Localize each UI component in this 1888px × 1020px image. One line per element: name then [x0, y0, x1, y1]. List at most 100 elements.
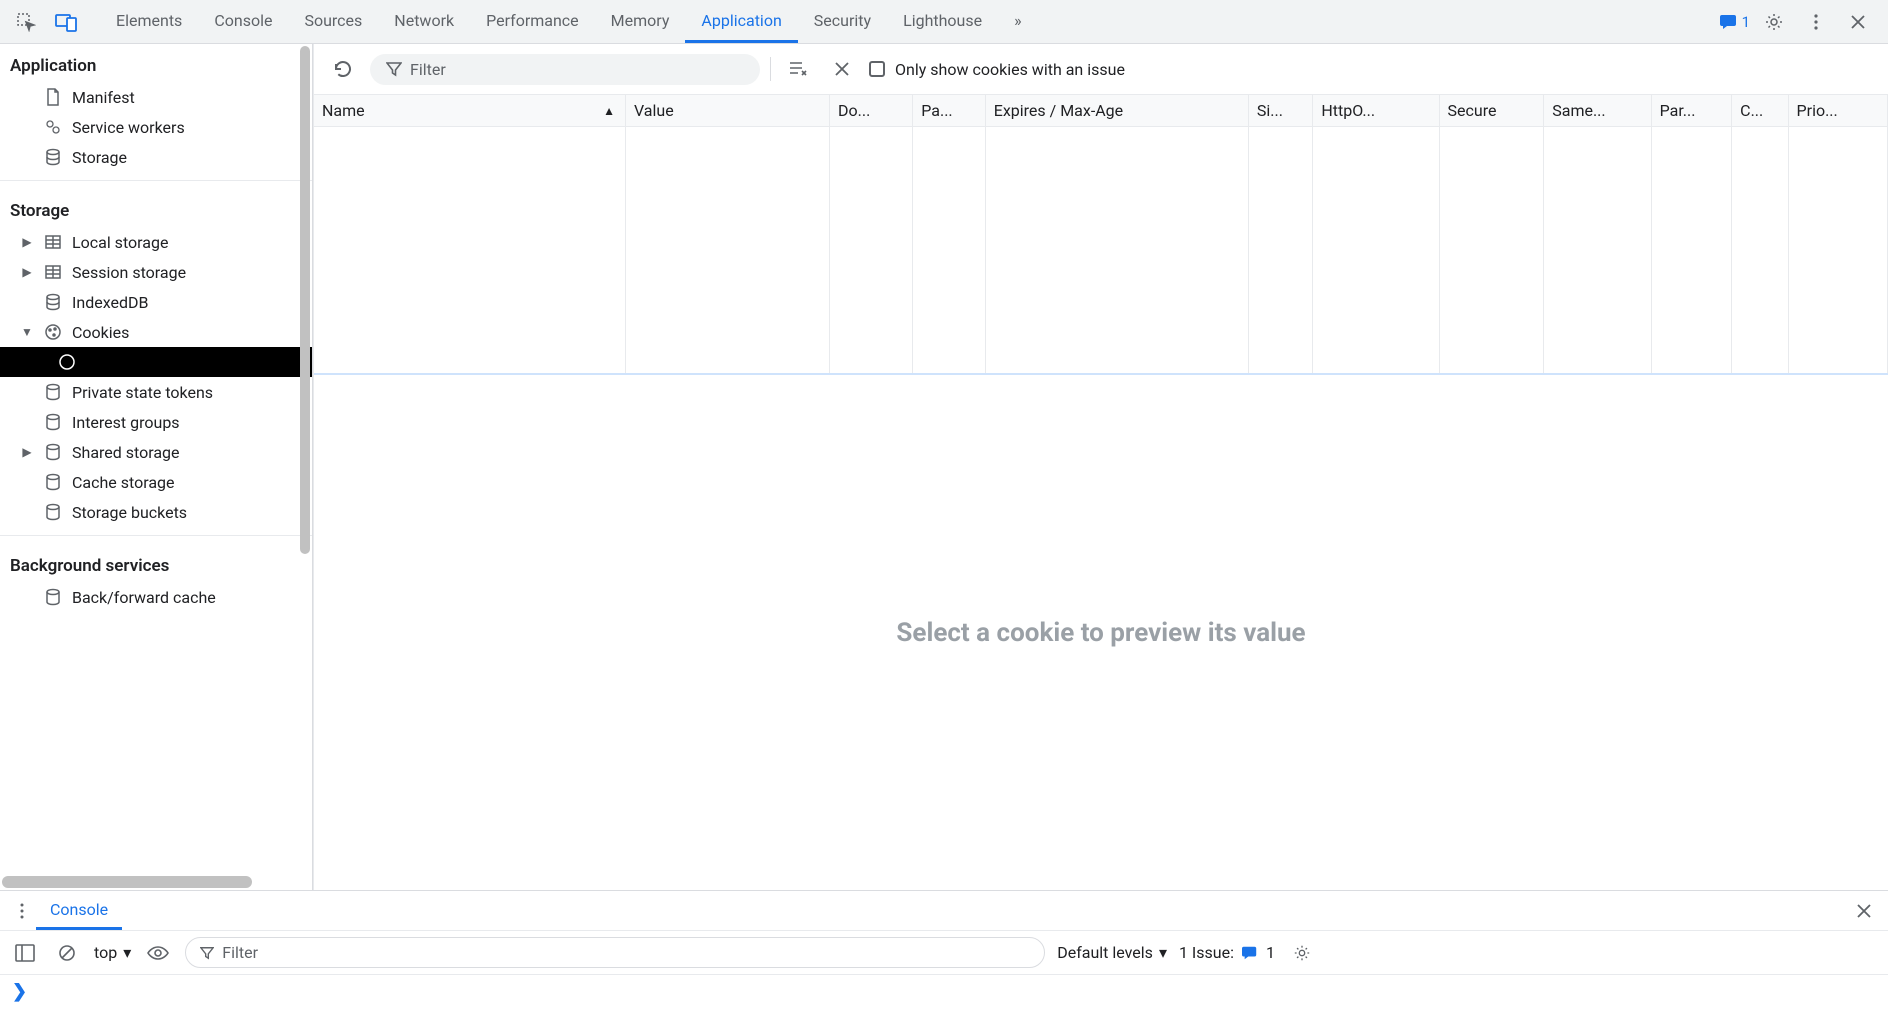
sidebar-item-bfcache[interactable]: Back/forward cache [0, 582, 312, 612]
sidebar-item-manifest[interactable]: Manifest [0, 82, 312, 112]
tab-network[interactable]: Network [378, 0, 470, 43]
expand-arrow-icon[interactable]: ▶ [20, 235, 34, 249]
console-prompt-icon: ❯ [12, 981, 27, 1002]
section-application-title: Application [0, 44, 312, 82]
col-domain[interactable]: Do... [830, 95, 913, 127]
only-issue-label: Only show cookies with an issue [895, 60, 1125, 79]
sidebar-item-private-state-tokens[interactable]: Private state tokens [0, 377, 312, 407]
application-sidebar: Application Manifest Service workers Sto… [0, 44, 313, 890]
sidebar-item-label: Cache storage [72, 473, 175, 492]
execution-context-select[interactable]: top ▾ [94, 943, 131, 962]
tab-sources[interactable]: Sources [288, 0, 378, 43]
sidebar-divider [0, 180, 312, 181]
clear-all-icon[interactable] [781, 52, 815, 86]
tab-security[interactable]: Security [798, 0, 887, 43]
checkbox-icon [869, 61, 885, 77]
devtools-top-toolbar: Elements Console Sources Network Perform… [0, 0, 1888, 44]
sidebar-item-label: Storage [72, 148, 127, 167]
database-icon [42, 441, 64, 463]
sidebar-item-session-storage[interactable]: ▶ Session storage [0, 257, 312, 287]
only-issue-checkbox[interactable]: Only show cookies with an issue [869, 60, 1125, 79]
close-devtools-icon[interactable] [1840, 4, 1876, 40]
panel-tabs: Elements Console Sources Network Perform… [100, 0, 1716, 43]
console-filter-input[interactable]: Filter [185, 937, 1045, 968]
tab-lighthouse[interactable]: Lighthouse [887, 0, 998, 43]
sidebar-item-cache-storage[interactable]: Cache storage [0, 467, 312, 497]
cookies-panel: Filter Only show cookies with an issue [313, 44, 1888, 890]
table-empty-row [314, 127, 1888, 373]
drawer-kebab-icon[interactable] [8, 902, 36, 920]
filter-icon [200, 946, 214, 960]
issue-chat-icon [1242, 945, 1258, 961]
col-size[interactable]: Si... [1248, 95, 1312, 127]
col-partition[interactable]: Par... [1651, 95, 1732, 127]
kebab-menu-icon[interactable] [1798, 4, 1834, 40]
col-path[interactable]: Pa... [913, 95, 985, 127]
sidebar-item-label: Storage buckets [72, 503, 187, 522]
more-tabs-icon[interactable]: » [998, 0, 1038, 43]
log-levels-select[interactable]: Default levels ▾ [1057, 943, 1167, 962]
tab-elements[interactable]: Elements [100, 0, 198, 43]
database-icon [42, 471, 64, 493]
sidebar-hscrollbar[interactable] [0, 874, 312, 890]
col-cross[interactable]: C... [1732, 95, 1788, 127]
drawer-tab-console[interactable]: Console [36, 891, 122, 930]
sidebar-item-shared-storage[interactable]: ▶ Shared storage [0, 437, 312, 467]
sidebar-item-indexeddb[interactable]: IndexedDB [0, 287, 312, 317]
clear-icon[interactable] [825, 52, 859, 86]
sort-asc-icon: ▲ [603, 104, 615, 118]
table-icon [42, 261, 64, 283]
tab-console[interactable]: Console [198, 0, 288, 43]
sidebar-item-local-storage[interactable]: ▶ Local storage [0, 227, 312, 257]
expand-arrow-icon[interactable]: ▶ [20, 445, 34, 459]
sidebar-item-storage-overview[interactable]: Storage [0, 142, 312, 172]
col-samesite[interactable]: Same... [1544, 95, 1651, 127]
sidebar-item-interest-groups[interactable]: Interest groups [0, 407, 312, 437]
settings-gear-icon[interactable] [1756, 4, 1792, 40]
tab-application[interactable]: Application [685, 0, 797, 43]
console-settings-gear-icon[interactable] [1287, 938, 1317, 968]
collapse-arrow-icon[interactable]: ▼ [20, 325, 34, 339]
drawer-tabs: Console [0, 891, 1888, 931]
cookies-filter-bar: Filter Only show cookies with an issue [314, 44, 1888, 95]
sidebar-item-label: Local storage [72, 233, 168, 252]
device-toolbar-icon[interactable] [48, 4, 84, 40]
col-priority[interactable]: Prio... [1788, 95, 1887, 127]
database-icon [42, 501, 64, 523]
drawer-close-icon[interactable] [1848, 903, 1880, 919]
table-icon [42, 231, 64, 253]
clear-console-icon[interactable] [52, 938, 82, 968]
database-icon [42, 146, 64, 168]
sidebar-item-label: Session storage [72, 263, 186, 282]
col-secure[interactable]: Secure [1439, 95, 1544, 127]
col-value[interactable]: Value [625, 95, 829, 127]
sidebar-item-storage-buckets[interactable]: Storage buckets [0, 497, 312, 527]
inspect-element-icon[interactable] [8, 4, 44, 40]
reload-icon[interactable] [326, 52, 360, 86]
issues-count: 1 [1742, 13, 1750, 31]
cookies-table: Name▲ Value Do... Pa... Expires / Max-Ag… [314, 95, 1888, 375]
col-httponly[interactable]: HttpO... [1313, 95, 1439, 127]
sidebar-item-label: Interest groups [72, 413, 180, 432]
chevron-down-icon: ▾ [1159, 943, 1167, 962]
cookies-filter-input[interactable]: Filter [370, 54, 760, 85]
col-expires[interactable]: Expires / Max-Age [985, 95, 1248, 127]
tab-performance[interactable]: Performance [470, 0, 595, 43]
sidebar-item-label: Cookies [72, 323, 129, 342]
live-expression-icon[interactable] [143, 938, 173, 968]
sidebar-item-cookie-origin[interactable] [0, 347, 312, 377]
console-sidebar-toggle-icon[interactable] [10, 938, 40, 968]
console-issues-link[interactable]: 1 Issue: 1 [1179, 943, 1275, 962]
cookie-icon [56, 351, 78, 373]
table-header-row: Name▲ Value Do... Pa... Expires / Max-Ag… [314, 95, 1888, 127]
sidebar-item-cookies[interactable]: ▼ Cookies [0, 317, 312, 347]
console-body[interactable]: ❯ [0, 975, 1888, 1020]
separator [770, 57, 771, 81]
tab-memory[interactable]: Memory [595, 0, 686, 43]
console-toolbar: top ▾ Filter Default levels ▾ 1 Issue: 1 [0, 931, 1888, 975]
expand-arrow-icon[interactable]: ▶ [20, 265, 34, 279]
sidebar-item-service-workers[interactable]: Service workers [0, 112, 312, 142]
col-name[interactable]: Name▲ [314, 95, 625, 127]
sidebar-vscrollbar[interactable] [298, 44, 312, 890]
issues-badge[interactable]: 1 [1720, 13, 1750, 31]
